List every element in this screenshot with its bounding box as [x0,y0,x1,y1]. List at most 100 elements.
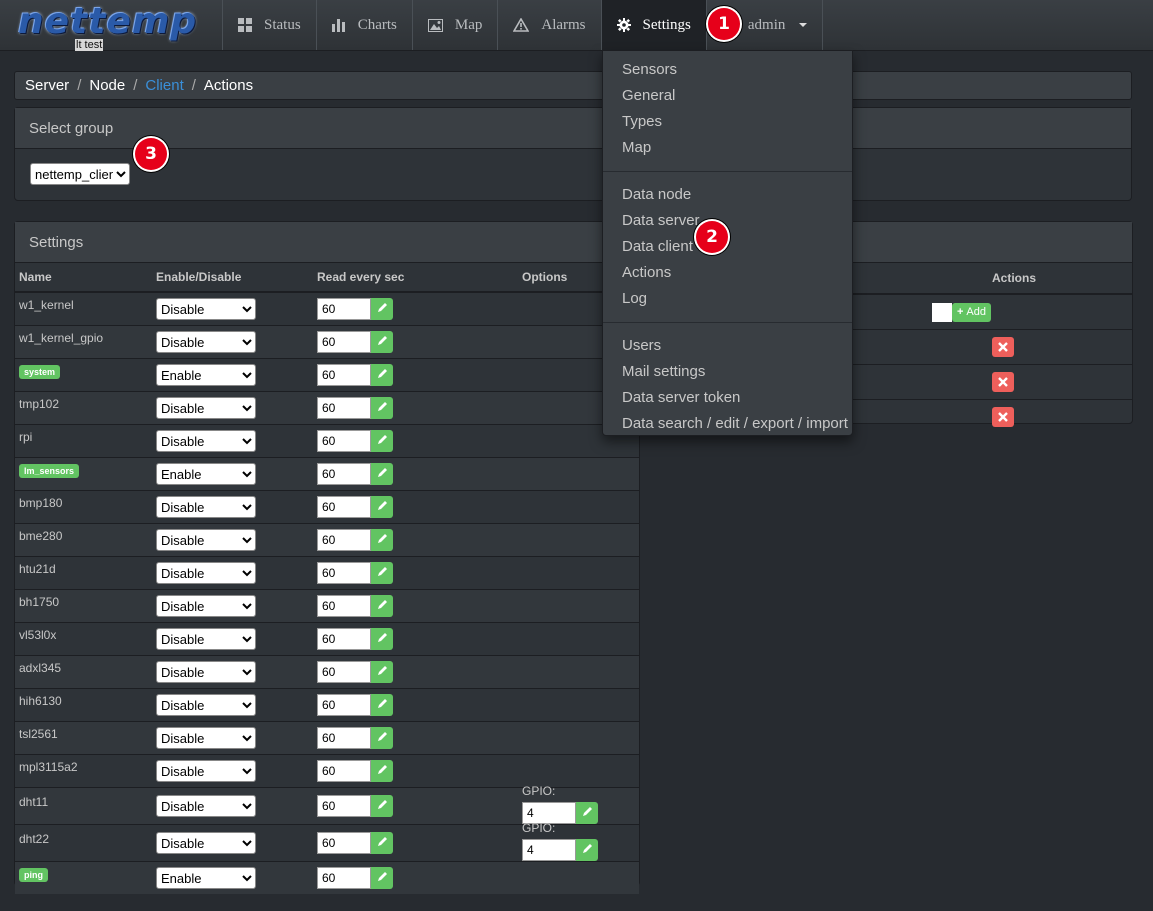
breadcrumb-node[interactable]: Node [89,77,125,94]
read-interval-input[interactable] [317,661,371,683]
state-select[interactable]: Enable [156,364,256,386]
save-interval-button[interactable] [371,628,393,650]
read-interval-input[interactable] [317,298,371,320]
breadcrumb-client[interactable]: Client [145,77,183,94]
breadcrumb-server[interactable]: Server [25,77,69,94]
nav-charts[interactable]: Charts [315,0,412,50]
save-interval-button[interactable] [371,832,393,854]
menu-item[interactable]: Mail settings [603,359,852,385]
save-interval-button[interactable] [371,562,393,584]
state-select[interactable]: Disable [156,298,256,320]
menu-item[interactable]: Log [603,286,852,312]
state-select[interactable]: Enable [156,867,256,889]
read-interval-input[interactable] [317,795,371,817]
read-interval-input[interactable] [317,430,371,452]
save-interval-button[interactable] [371,595,393,617]
state-select[interactable]: Disable [156,795,256,817]
menu-item[interactable]: Actions [603,260,852,286]
read-interval-input[interactable] [317,562,371,584]
read-interval-input[interactable] [317,595,371,617]
read-interval-input[interactable] [317,760,371,782]
read-interval-input[interactable] [317,628,371,650]
state-select[interactable]: Disable [156,496,256,518]
read-interval-input[interactable] [317,727,371,749]
state-select[interactable]: Disable [156,430,256,452]
save-interval-button[interactable] [371,496,393,518]
save-interval-button[interactable] [371,867,393,889]
state-select[interactable]: Disable [156,397,256,419]
menu-item[interactable]: Data node [603,182,852,208]
save-interval-button[interactable] [371,298,393,320]
read-interval-input[interactable] [317,463,371,485]
state-select[interactable]: Disable [156,331,256,353]
callout-badge-3: 3 [135,138,167,170]
read-interval-input[interactable] [317,331,371,353]
sensor-name: bme280 [19,529,63,543]
state-select[interactable]: Disable [156,727,256,749]
save-interval-button[interactable] [371,529,393,551]
state-select[interactable]: Disable [156,760,256,782]
save-interval-button[interactable] [371,463,393,485]
menu-item[interactable]: Data search / edit / export / import [603,411,852,437]
read-interval-input[interactable] [317,867,371,889]
add-button[interactable]: + Add [951,302,991,322]
read-interval-input[interactable] [317,496,371,518]
save-interval-button[interactable] [371,727,393,749]
nav-alarms[interactable]: Alarms [497,0,600,50]
state-select[interactable]: Disable [156,529,256,551]
name-cell: bh1750 [15,589,152,623]
menu-item[interactable]: Types [603,109,852,135]
nav-map[interactable]: Map [411,0,498,50]
read-interval-input[interactable] [317,832,371,854]
state-cell: Disable [152,787,313,825]
read-cell [313,754,518,788]
close-icon [998,412,1008,422]
delete-button[interactable] [992,407,1014,427]
read-interval-input[interactable] [317,364,371,386]
state-cell: Disable [152,688,313,722]
state-select[interactable]: Disable [156,661,256,683]
menu-item[interactable]: Data server token [603,385,852,411]
state-select[interactable]: Enable [156,463,256,485]
save-interval-button[interactable] [371,795,393,817]
save-gpio-button[interactable] [576,839,598,861]
read-interval-input[interactable] [317,397,371,419]
group-select[interactable]: nettemp_client [30,163,130,185]
name-cell: vl53l0x [15,622,152,656]
table-row: vl53l0x Disable [15,622,639,656]
save-interval-button[interactable] [371,694,393,716]
pencil-icon [582,806,593,820]
brand-logo[interactable]: nettemp lt test [18,2,198,51]
name-cell: dht11 [15,787,152,825]
pencil-icon [377,368,388,382]
read-interval-input[interactable] [317,529,371,551]
state-select[interactable]: Disable [156,562,256,584]
nav-alarms-label: Alarms [541,16,586,33]
state-select[interactable]: Disable [156,595,256,617]
sensor-name: mpl3115a2 [19,760,78,774]
save-interval-button[interactable] [371,661,393,683]
save-interval-button[interactable] [371,364,393,386]
state-select[interactable]: Disable [156,832,256,854]
pencil-icon [377,836,388,850]
nav-settings[interactable]: Settings [600,0,706,50]
menu-item[interactable]: Users [603,333,852,359]
save-interval-button[interactable] [371,430,393,452]
save-interval-button[interactable] [371,331,393,353]
new-action-input[interactable] [931,302,952,322]
menu-item[interactable]: Map [603,135,852,161]
delete-button[interactable] [992,337,1014,357]
read-interval-input[interactable] [317,694,371,716]
state-select[interactable]: Disable [156,694,256,716]
pencil-icon [377,665,388,679]
state-select[interactable]: Disable [156,628,256,650]
gpio-input[interactable] [522,839,576,861]
breadcrumb-actions[interactable]: Actions [204,77,253,94]
menu-item[interactable]: Data server [603,208,852,234]
save-interval-button[interactable] [371,397,393,419]
save-interval-button[interactable] [371,760,393,782]
delete-button[interactable] [992,372,1014,392]
menu-item[interactable]: General [603,83,852,109]
nav-status[interactable]: Status [222,0,316,50]
menu-item[interactable]: Sensors [603,57,852,83]
